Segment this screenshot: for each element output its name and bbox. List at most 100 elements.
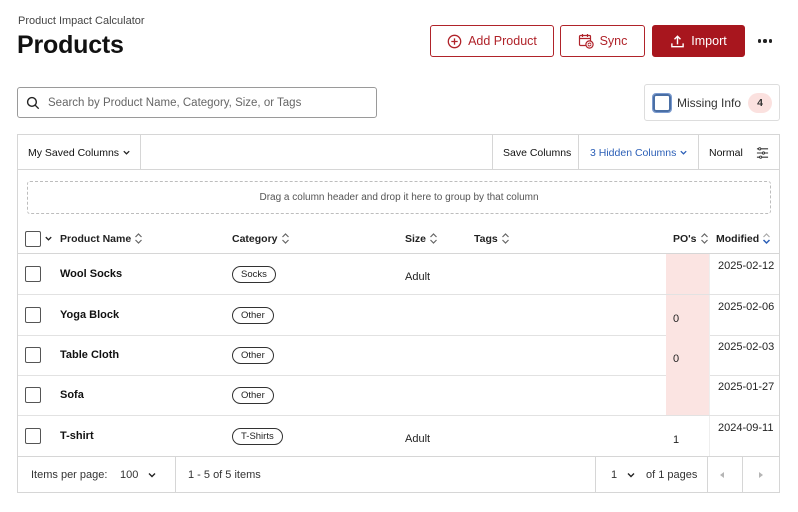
sort-icon [501,233,509,244]
category-cell: Other [232,335,274,375]
modified-cell: 2025-02-12 [709,254,779,294]
product-name-cell[interactable]: Sofa [60,375,84,415]
chevron-down-icon[interactable] [44,234,53,243]
missing-info-label: Missing Info [677,95,742,110]
column-header-size[interactable]: Size [405,223,438,254]
column-header-label: Size [405,232,427,245]
sort-icon [700,233,708,244]
items-per-page-value: 100 [120,469,139,481]
pos-cell: 0 [666,335,709,375]
row-checkbox[interactable] [25,387,41,403]
page-select[interactable]: 1 [611,457,636,493]
row-select-cell [25,335,41,375]
table-header-row: Product Name Category Size Tags PO's Mod… [18,223,779,254]
column-header-product-name[interactable]: Product Name [60,223,143,254]
previous-page-button[interactable] [718,457,726,493]
footer-divider [742,457,743,493]
size-cell: Adult [405,432,431,445]
toolbar-divider [698,135,699,170]
products-grid: My Saved Columns Save Columns 3 Hidden C… [17,134,780,493]
caret-right-icon [759,472,763,478]
select-all-checkbox[interactable] [25,230,41,247]
items-per-page-select[interactable]: 100 [120,457,157,493]
sort-icon [135,233,143,244]
modified-cell: 2025-01-27 [709,375,779,415]
column-header-label: PO's [673,232,697,245]
missing-info-checkbox[interactable] [652,92,672,113]
import-label: Import [691,34,727,48]
modified-cell: 2025-02-06 [709,295,779,335]
pos-cell: 0 [666,295,709,335]
chevron-down-icon [627,473,635,478]
sync-label: Sync [599,34,628,48]
column-header-pos[interactable]: PO's [673,223,709,254]
row-select-cell [25,416,41,456]
table-row[interactable]: Sofa Other 2025-01-27 [18,375,779,416]
table-row[interactable]: T-shirt T-Shirts Adult 1 2024-09-11 [18,416,779,456]
product-name-cell[interactable]: Table Cloth [60,335,119,375]
app-subtitle: Product Impact Calculator [18,15,145,27]
row-checkbox[interactable] [25,347,41,363]
items-range: 1 - 5 of 5 items [188,469,261,481]
table-row[interactable]: Wool Socks Socks Adult 2025-02-12 [18,254,779,295]
saved-columns-dropdown[interactable]: My Saved Columns [28,135,131,170]
next-page-button[interactable] [757,457,765,493]
pos-cell [666,254,709,294]
product-name-cell[interactable]: T-shirt [60,416,94,456]
more-dot [757,39,762,43]
modified-cell: 2024-09-11 [709,416,779,456]
grid-toolbar: My Saved Columns Save Columns 3 Hidden C… [18,135,779,170]
row-checkbox[interactable] [25,266,41,282]
category-cell: Other [232,375,274,415]
search-input[interactable] [48,96,368,109]
missing-info-filter[interactable]: Missing Info 4 [644,84,780,121]
page-title: Products [17,31,124,59]
footer-divider [175,457,176,493]
column-header-modified[interactable]: Modified [716,223,771,254]
upload-icon [671,34,685,47]
sync-calendar-icon [578,34,594,49]
toolbar-divider [492,135,493,170]
sort-icon [281,233,289,244]
hidden-columns-dropdown[interactable]: 3 Hidden Columns [590,135,688,170]
category-cell: Socks [232,254,276,294]
page-value: 1 [611,469,618,481]
density-toggle[interactable]: Normal [709,135,769,170]
category-chip: T-Shirts [232,427,283,445]
category-chip: Other [232,306,274,324]
sync-button[interactable]: Sync [560,25,645,57]
row-checkbox[interactable] [25,307,41,323]
footer-divider [707,457,708,493]
chevron-down-icon [680,150,688,155]
saved-columns-label: My Saved Columns [28,146,120,159]
column-header-category[interactable]: Category [232,223,290,254]
column-header-tags[interactable]: Tags [474,223,510,254]
items-per-page-label: Items per page: [31,469,108,481]
row-checkbox[interactable] [25,428,41,444]
column-header-label: Tags [474,232,498,245]
category-chip: Other [232,346,274,364]
import-button[interactable]: Import [652,25,745,57]
add-product-button[interactable]: Add Product [430,25,554,57]
search-box[interactable] [17,87,377,118]
pagination-footer: Items per page: 100 1 - 5 of 5 items 1 o… [18,456,779,493]
column-header-label: Product Name [60,232,132,245]
select-all-control[interactable] [25,223,53,254]
chevron-down-icon [123,150,130,155]
table-row[interactable]: Table Cloth Other 0 2025-02-03 [18,335,779,376]
search-icon [26,96,40,109]
group-drop-zone[interactable]: Drag a column header and drop it here to… [27,181,771,214]
pos-cell [666,375,709,415]
table-row[interactable]: Yoga Block Other 0 2025-02-06 [18,295,779,336]
category-chip: Socks [232,265,276,283]
column-header-label: Modified [716,232,760,245]
save-columns-button[interactable]: Save Columns [503,135,571,170]
category-chip: Other [232,386,274,404]
footer-divider [595,457,596,493]
add-product-label: Add Product [468,34,537,48]
more-options-button[interactable] [756,33,774,49]
product-name-cell[interactable]: Yoga Block [60,295,119,335]
missing-info-count-badge: 4 [748,92,773,113]
plus-circle-icon [447,34,462,48]
product-name-cell[interactable]: Wool Socks [60,254,122,294]
